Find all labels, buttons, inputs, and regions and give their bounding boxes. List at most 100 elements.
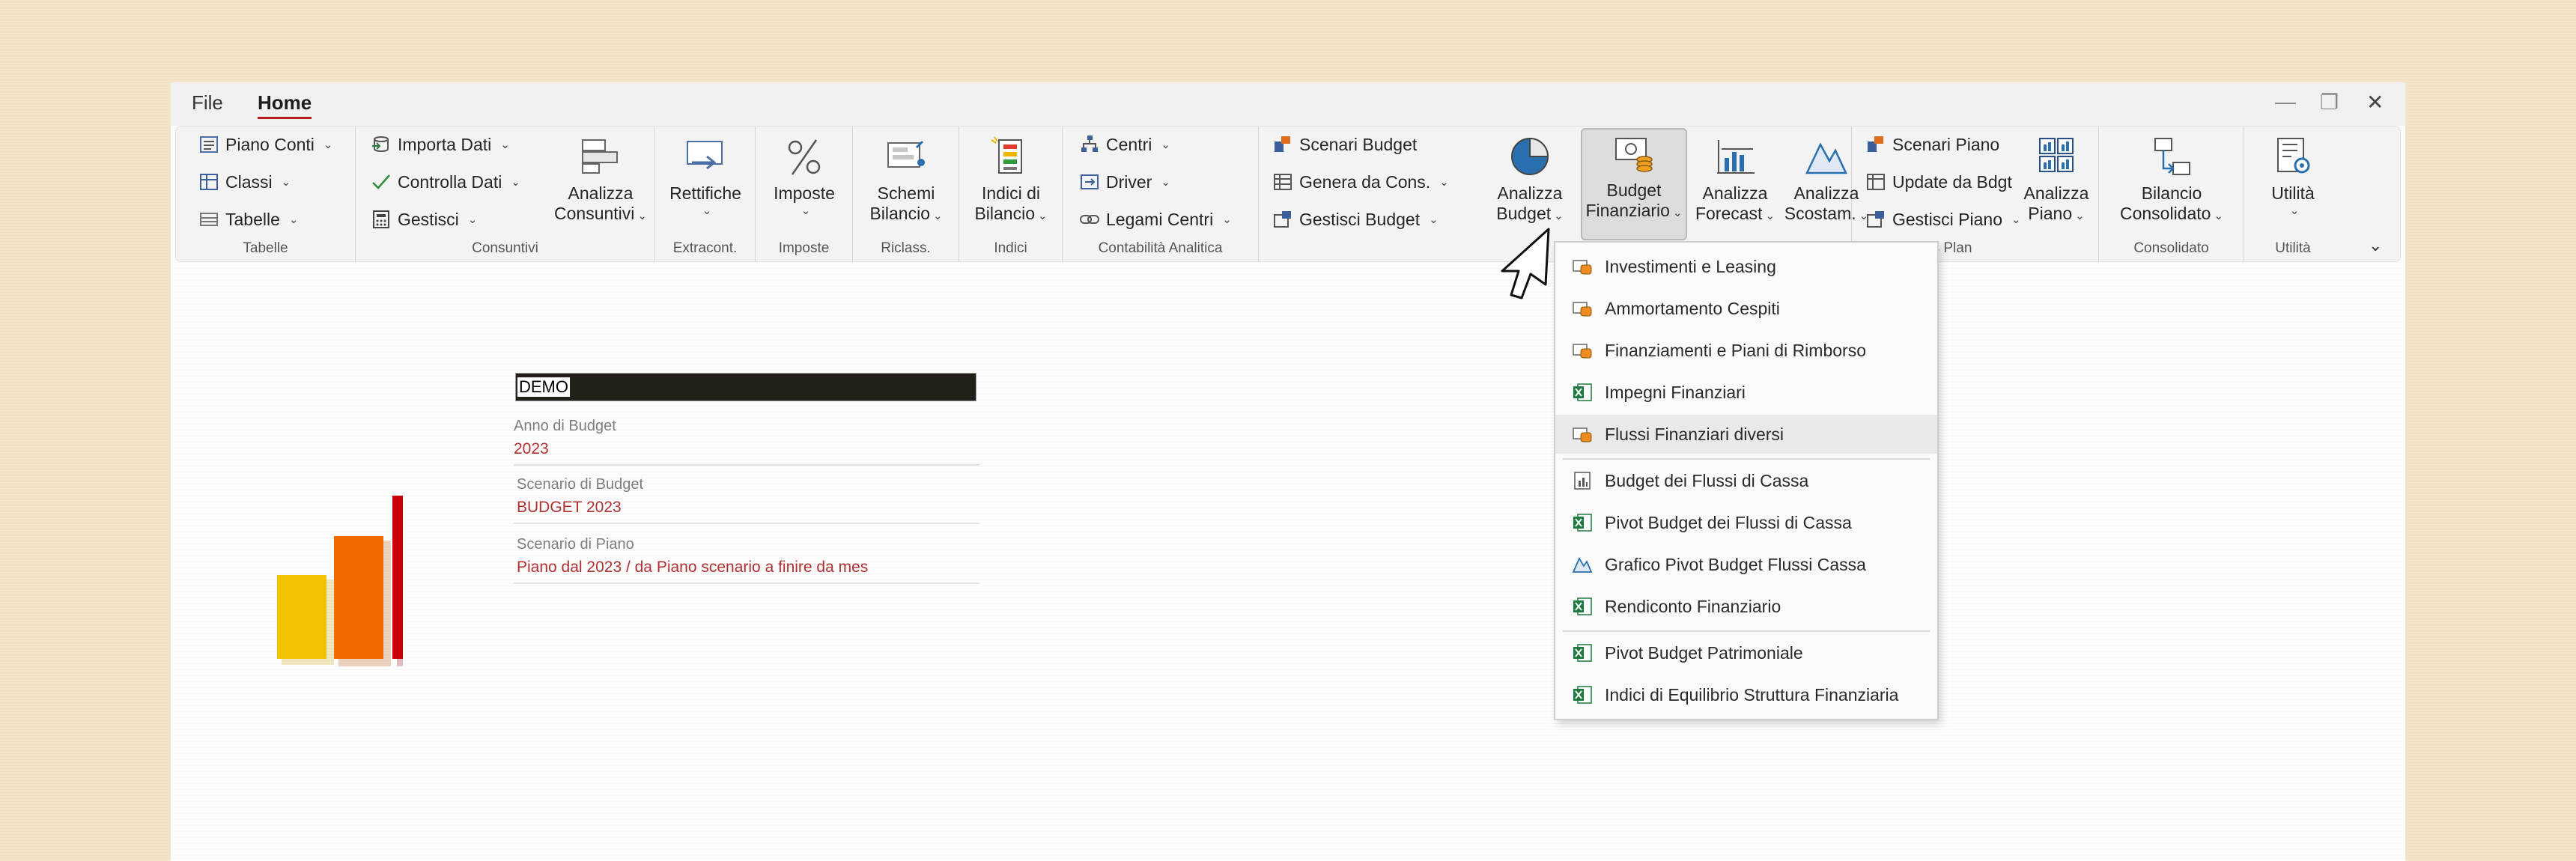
budget-finanziario-label-2: Finanziario ⌄ [1582, 201, 1686, 221]
analizza-piano-label-text: Piano [2028, 204, 2073, 223]
money-icon [1573, 428, 1592, 442]
dashboard-icon [2039, 138, 2074, 172]
sheet-icon [1274, 174, 1292, 190]
gestisci-budget-button[interactable]: Gestisci Budget ⌄ [1272, 209, 1439, 230]
tabelle-button[interactable]: Tabelle ⌄ [198, 209, 298, 230]
classi-button[interactable]: Classi ⌄ [198, 171, 291, 192]
company-name-text: DEMO [517, 377, 570, 397]
analizza-forecast-button[interactable]: Analizza Forecast ⌄ [1692, 133, 1778, 224]
menu-item-label: Ammortamento Cespiti [1605, 298, 1780, 318]
scenari-budget-button[interactable]: Scenari Budget [1272, 134, 1417, 155]
analizza-consuntivi-label-text: Consuntivi [554, 204, 635, 223]
bilancio-consolidato-label-text: Consolidato [2119, 204, 2211, 223]
chevron-down-icon: ⌄ [467, 213, 478, 226]
chevron-down-icon: ⌄ [1429, 213, 1439, 226]
menu-item-investimenti-leasing[interactable]: Investimenti e Leasing [1555, 247, 1937, 286]
menu-item-grafico-pivot[interactable]: Grafico Pivot Budget Flussi Cassa [1555, 545, 1937, 584]
analizza-piano-label-2: Piano ⌄ [2015, 204, 2097, 224]
menu-item-pivot-budget-patrimoniale[interactable]: Pivot Budget Patrimoniale [1555, 633, 1937, 672]
importa-dati-button[interactable]: Importa Dati ⌄ [371, 134, 510, 155]
schemi-label-text: Bilancio [869, 204, 930, 223]
menu-item-impegni-finanziari[interactable]: Impegni Finanziari [1555, 373, 1937, 412]
group-utilita: Utilità ⌄ Utilità [2244, 127, 2342, 261]
driver-button[interactable]: Driver ⌄ [1079, 171, 1170, 192]
manage-icon [1867, 211, 1884, 228]
menu-item-label: Finanziamenti e Piani di Rimborso [1605, 340, 1866, 360]
bilancio-consolidato-button[interactable]: Bilancio Consolidato ⌄ [2099, 133, 2244, 224]
sheet-icon [1867, 174, 1885, 190]
bilancio-consolidato-label-1: Bilancio [2141, 183, 2202, 203]
mouse-cursor-icon [1501, 228, 1550, 299]
analizza-budget-label-2: Budget ⌄ [1483, 204, 1576, 224]
menu-item-label: Investimenti e Leasing [1605, 256, 1776, 276]
gestisci-button[interactable]: Gestisci ⌄ [371, 209, 477, 230]
hierarchy-icon [1081, 136, 1098, 152]
chevron-down-icon: ⌄ [1765, 210, 1775, 222]
analizza-budget-label-1: Analizza [1497, 183, 1563, 203]
ribbon-collapse-chevron-icon[interactable]: ⌄ [2369, 236, 2382, 255]
menu-item-budget-flussi-cassa[interactable]: Budget dei Flussi di Cassa [1555, 461, 1937, 500]
divider [514, 582, 979, 584]
menu-item-label: Grafico Pivot Budget Flussi Cassa [1605, 554, 1866, 574]
money-icon [1573, 302, 1592, 317]
centri-label: Centri [1106, 134, 1152, 154]
piano-conti-button[interactable]: Piano Conti ⌄ [198, 134, 333, 155]
menu-item-ammortamento-cespiti[interactable]: Ammortamento Cespiti [1555, 289, 1937, 328]
scenari-piano-label: Scenari Piano [1892, 134, 2000, 154]
restore-button[interactable]: ❐ [2320, 90, 2339, 115]
chevron-down-icon: ⌄ [1161, 139, 1170, 151]
menu-item-label: Impegni Finanziari [1605, 382, 1746, 402]
bilancio-consolidato-label-2: Consolidato ⌄ [2099, 204, 2244, 224]
scenari-piano-button[interactable]: Scenari Piano [1865, 134, 1999, 155]
group-label-utilita: Utilità [2275, 240, 2311, 256]
tab-file[interactable]: File [192, 91, 223, 115]
menu-item-indici-equilibrio[interactable]: Indici di Equilibrio Struttura Finanziar… [1555, 675, 1937, 714]
controlla-dati-button[interactable]: Controlla Dati ⌄ [371, 171, 520, 192]
excel-icon [1573, 644, 1592, 662]
import-icon [372, 136, 389, 152]
analizza-piano-button[interactable]: Analizza Piano ⌄ [2015, 133, 2097, 224]
adjust-icon [687, 141, 723, 170]
table-icon [200, 174, 218, 190]
budget-finanziario-dropdown: Investimenti e Leasing Ammortamento Cesp… [1554, 241, 1939, 720]
group-consuntivi: Importa Dati ⌄ Controlla Dati ⌄ Gestisci ⌄ … [356, 127, 655, 261]
menu-item-rendiconto-finanziario[interactable]: Rendiconto Finanziario [1555, 587, 1937, 626]
update-da-bdgt-button[interactable]: Update da Bdgt [1865, 171, 2012, 192]
importa-dati-label: Importa Dati [398, 134, 492, 154]
budget-finanziario-button[interactable]: Budget Finanziario ⌄ [1581, 128, 1687, 240]
analizza-consuntivi-button[interactable]: Analizza Consuntivi ⌄ [552, 133, 649, 224]
money-icon [1573, 344, 1592, 359]
tab-home[interactable]: Home [258, 91, 312, 119]
gestisci-piano-button[interactable]: Gestisci Piano ⌄ [1865, 209, 2021, 230]
schemi-label-2: Bilancio ⌄ [853, 204, 959, 224]
minimize-button[interactable]: — [2275, 90, 2296, 114]
menu-item-finanziamenti[interactable]: Finanziamenti e Piani di Rimborso [1555, 331, 1937, 370]
schemi-bilancio-button[interactable]: Schemi Bilancio ⌄ [853, 133, 959, 224]
driver-icon [1081, 174, 1099, 189]
analizza-budget-button[interactable]: Analizza Budget ⌄ [1483, 133, 1576, 224]
utilita-button[interactable]: Utilità ⌄ [2244, 133, 2342, 217]
legami-centri-button[interactable]: Legami Centri ⌄ [1079, 209, 1232, 230]
analizza-scostam-label-text: Scostam. [1784, 204, 1856, 223]
rettifiche-button[interactable]: Rettifiche ⌄ [655, 133, 756, 217]
group-imposte: Imposte ⌄ Imposte [756, 127, 853, 261]
centri-button[interactable]: Centri ⌄ [1079, 134, 1170, 155]
analizza-forecast-label-text: Forecast [1695, 204, 1763, 223]
manage-icon [1274, 211, 1291, 228]
analizza-consuntivi-label-2: Consuntivi ⌄ [552, 204, 649, 224]
logo-bar-red [392, 496, 403, 659]
budget-finanziario-label-text: Finanziario [1585, 201, 1670, 220]
pie-chart-icon [1511, 137, 1549, 175]
company-name-field[interactable]: DEMO [515, 373, 976, 401]
close-button[interactable]: ✕ [2366, 90, 2384, 115]
imposte-label: Imposte [774, 183, 835, 203]
genera-da-cons-button[interactable]: Genera da Cons. ⌄ [1272, 171, 1449, 192]
scenario-piano-value: Piano dal 2023 / da Piano scenario a fin… [517, 559, 869, 576]
indici-bilancio-button[interactable]: Indici di Bilancio ⌄ [959, 133, 1063, 224]
menu-item-pivot-budget-flussi-cassa[interactable]: Pivot Budget dei Flussi di Cassa [1555, 503, 1937, 542]
imposte-button[interactable]: Imposte ⌄ [756, 133, 853, 217]
chevron-down-icon: ⌄ [932, 210, 943, 222]
group-extracont: Rettifiche ⌄ Extracont. [655, 127, 756, 261]
consolidation-icon [2154, 138, 2190, 175]
menu-item-flussi-finanziari-diversi[interactable]: Flussi Finanziari diversi [1555, 415, 1937, 454]
